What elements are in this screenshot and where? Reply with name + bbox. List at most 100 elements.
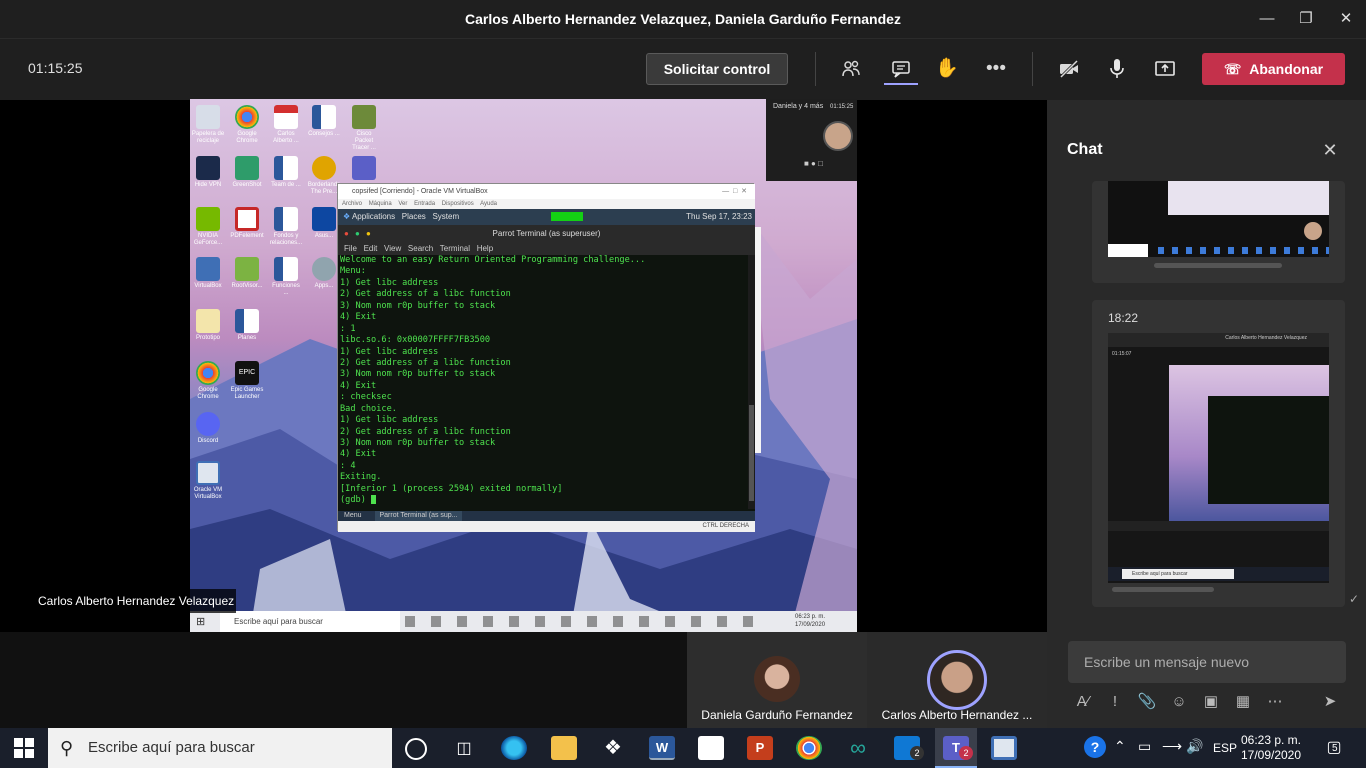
terminal-menu-item[interactable]: Terminal <box>440 244 470 253</box>
arduino-icon[interactable]: ∞ <box>845 736 871 760</box>
format-icon[interactable]: A⁄ <box>1071 690 1095 714</box>
more-icon[interactable]: ⋯ <box>1263 690 1287 714</box>
desktop-icon[interactable]: Borderlands The Pre... <box>307 156 341 196</box>
maximize-icon[interactable]: ❐ <box>1286 0 1326 38</box>
mail-icon[interactable]: 2 <box>894 736 924 760</box>
desktop-icon[interactable]: NVIDIA GeForce... <box>191 207 225 247</box>
terminal-minimize-icon[interactable]: ● <box>355 225 360 242</box>
chat-attached-image[interactable] <box>1108 181 1329 257</box>
desktop-icon[interactable]: VirtualBox <box>191 257 225 290</box>
teams-taskbar-button[interactable]: T 2 <box>935 728 977 768</box>
desktop-icon[interactable]: Team de ... <box>269 156 303 189</box>
participant-tile[interactable]: Carlos Alberto Hernandez ... <box>867 632 1047 728</box>
store-icon[interactable] <box>698 736 724 760</box>
participant-tile[interactable]: Daniela Garduño Fernandez <box>687 632 867 728</box>
request-control-button[interactable]: Solicitar control <box>646 53 788 85</box>
battery-icon[interactable]: ▭ <box>1138 738 1151 755</box>
desktop-icon[interactable]: Discord <box>191 412 225 445</box>
vm-menu-item[interactable]: Ayuda <box>480 201 497 207</box>
start-icon[interactable] <box>12 736 36 760</box>
more-options-icon[interactable]: ••• <box>979 53 1013 85</box>
terminal-output[interactable]: Welcome to an easy Return Oriented Progr… <box>338 255 748 509</box>
system-clock[interactable]: 06:23 p. m. 17/09/2020 <box>1236 733 1306 763</box>
minimize-icon[interactable]: — <box>1247 0 1287 38</box>
image-scrollbar[interactable] <box>1154 263 1282 268</box>
desktop-icon[interactable]: Carlos Alberto ... <box>269 105 303 145</box>
virtualbox-icon[interactable] <box>991 736 1017 760</box>
desktop-icon[interactable]: Planes <box>230 309 264 342</box>
parrot-task-button[interactable]: Parrot Terminal (as sup... <box>375 511 462 521</box>
terminal-menu-item[interactable]: View <box>384 244 401 253</box>
desktop-icon[interactable]: Apps... <box>307 257 341 290</box>
remote-start-icon[interactable]: ⊞ <box>196 615 205 628</box>
close-chat-icon[interactable]: ✕ <box>1316 138 1344 162</box>
desktop-icon[interactable]: Prototipo <box>191 309 225 342</box>
vm-menu-item[interactable]: Archivo <box>342 201 362 207</box>
remote-search[interactable]: Escribe aquí para buscar <box>220 611 400 632</box>
terminal-menu-item[interactable]: Search <box>408 244 433 253</box>
desktop-icon[interactable]: Funciones ... <box>269 257 303 297</box>
sticker-icon[interactable]: ▣ <box>1199 690 1223 714</box>
vm-window-controls-icon[interactable]: — □ ✕ <box>722 184 747 199</box>
desktop-icon[interactable]: EPIC Epic Games Launcher <box>230 361 264 401</box>
share-screen-icon[interactable] <box>1148 53 1182 85</box>
desktop-icon[interactable]: Papelera de reciclaje <box>191 105 225 145</box>
file-explorer-icon[interactable] <box>551 736 577 760</box>
chat-attached-image[interactable]: Carlos Alberto Hernandez Velazquez 01:15… <box>1108 333 1329 583</box>
leave-button[interactable]: ☏ Abandonar <box>1202 53 1345 85</box>
desktop-icon[interactable] <box>347 156 381 182</box>
vm-menu-item[interactable]: Dispositivos <box>442 201 474 207</box>
attach-icon[interactable]: 📎 <box>1135 690 1159 714</box>
parrot-menu-button[interactable]: Menu <box>344 512 362 519</box>
send-icon[interactable]: ➤ <box>1318 690 1342 714</box>
edge-icon[interactable] <box>501 736 527 760</box>
desktop-icon[interactable]: Cisco Packet Tracer ... <box>347 105 381 152</box>
terminal-close-icon[interactable]: ● <box>344 225 349 242</box>
desktop-icon[interactable]: Asus... <box>307 207 341 240</box>
raise-hand-icon[interactable]: ✋ <box>930 53 964 85</box>
chrome-icon[interactable] <box>796 736 822 760</box>
camera-off-icon[interactable] <box>1052 53 1086 85</box>
image-scrollbar[interactable] <box>1112 587 1214 592</box>
language-indicator[interactable]: ESP <box>1213 741 1237 755</box>
desktop-icon[interactable]: Google Chrome <box>230 105 264 145</box>
volume-icon[interactable]: 🔊 <box>1186 738 1203 755</box>
desktop-icon[interactable]: Hide VPN <box>191 156 225 189</box>
help-icon[interactable]: ? <box>1084 736 1106 758</box>
cortana-icon[interactable] <box>405 738 427 760</box>
microphone-icon[interactable] <box>1100 53 1134 85</box>
notifications-icon[interactable]: ▢ 5 <box>1322 737 1346 759</box>
powerpoint-icon[interactable]: P <box>747 736 773 760</box>
terminal-maximize-icon[interactable]: ● <box>366 225 371 242</box>
vm-menu-item[interactable]: Ver <box>398 201 407 207</box>
terminal-scrollbar[interactable] <box>748 255 755 509</box>
desktop-icon[interactable]: Google Chrome <box>191 361 225 401</box>
wifi-icon[interactable]: ⟶ <box>1162 738 1182 755</box>
vm-menu-item[interactable]: Máquina <box>369 201 392 207</box>
close-icon[interactable]: ✕ <box>1326 0 1366 38</box>
places-menu[interactable]: Places <box>402 212 426 221</box>
participants-icon[interactable] <box>834 53 868 85</box>
system-menu[interactable]: System <box>432 212 459 221</box>
terminal-menu-item[interactable]: Edit <box>364 244 378 253</box>
taskbar-search[interactable]: ⚲ Escribe aquí para buscar <box>48 728 392 768</box>
schedule-icon[interactable]: ▦ <box>1231 690 1255 714</box>
desktop-icon[interactable]: Consejos ... <box>307 105 341 138</box>
desktop-icon[interactable]: Fondos y relaciones... <box>269 207 303 247</box>
message-input[interactable]: Escribe un mensaje nuevo <box>1068 641 1346 683</box>
desktop-icon[interactable]: GreenShot <box>230 156 264 189</box>
desktop-icon[interactable]: RootVisor... <box>230 257 264 290</box>
terminal-menu-item[interactable]: File <box>344 244 357 253</box>
desktop-icon[interactable]: Oracle VM VirtualBox <box>191 461 225 501</box>
applications-menu[interactable]: Applications <box>352 212 395 221</box>
terminal-menu-item[interactable]: Help <box>477 244 493 253</box>
vm-menu-item[interactable]: Entrada <box>414 201 435 207</box>
important-icon[interactable]: ! <box>1103 690 1127 714</box>
emoji-icon[interactable]: ☺ <box>1167 690 1191 714</box>
desktop-icon[interactable]: PDFelement <box>230 207 264 240</box>
task-view-icon[interactable]: ◫ <box>452 738 476 760</box>
dropbox-icon[interactable]: ❖ <box>600 736 626 760</box>
chevron-up-icon[interactable]: ⌃ <box>1114 738 1126 755</box>
word-icon[interactable]: W <box>649 736 675 760</box>
chat-icon[interactable] <box>884 53 918 85</box>
